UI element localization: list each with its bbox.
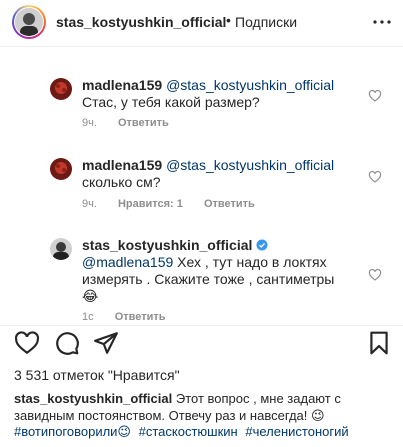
comment-like-heart-icon[interactable] (368, 268, 382, 282)
comment-likes-count[interactable]: Нравится: 1 (118, 198, 183, 210)
like-heart-icon[interactable] (14, 330, 40, 356)
comment-like-heart-icon[interactable] (368, 170, 382, 184)
likes-count[interactable]: 3 531 отметок "Нравится" (14, 367, 180, 383)
comment-content: сколько см? (82, 174, 161, 190)
verified-badge-icon (256, 239, 268, 251)
comment-mention[interactable]: @stas_kostyushkin_official (166, 157, 334, 173)
hashtag-link[interactable]: #вотипоговорили😉 (14, 424, 131, 439)
comment-text: stas_kostyushkin_official @madlena159 Хе… (82, 237, 352, 305)
comment-time[interactable]: 1с (82, 311, 94, 323)
post-header: stas_kostyushkin_official • Подписки (0, 0, 403, 47)
comment-meta: 9ч. Ответить (82, 117, 187, 129)
share-icon[interactable] (93, 330, 119, 356)
caption-username[interactable]: stas_kostyushkin_official (14, 391, 172, 406)
comment-like-heart-icon[interactable] (368, 89, 382, 103)
comment-mention[interactable]: @madlena159 (82, 254, 173, 270)
header-username[interactable]: stas_kostyushkin_official (56, 14, 226, 30)
comment-content: Стас, у тебя какой размер? (82, 94, 260, 110)
bookmark-icon[interactable] (366, 330, 392, 356)
comment-text: madlena159 @stas_kostyushkin_official Ст… (82, 77, 352, 111)
comment-meta: 9ч. Нравится: 1 Ответить (82, 198, 273, 210)
reply-button[interactable]: Ответить (204, 198, 255, 210)
hashtag-link[interactable]: #стаскостюшкин (139, 424, 238, 439)
comment-username[interactable]: stas_kostyushkin_official (82, 237, 252, 253)
comment-mention[interactable]: @stas_kostyushkin_official (166, 77, 334, 93)
comment-time[interactable]: 9ч. (82, 117, 97, 129)
comment-avatar[interactable] (50, 78, 72, 100)
comment-meta: 1с Ответить (82, 311, 184, 323)
reply-button[interactable]: Ответить (115, 311, 166, 323)
comment-text: madlena159 @stas_kostyushkin_official ск… (82, 157, 352, 191)
comment-avatar[interactable] (50, 238, 72, 260)
reply-button[interactable]: Ответить (118, 117, 169, 129)
comment-username[interactable]: madlena159 (82, 77, 162, 93)
header-separator: • (226, 12, 231, 28)
comment-time[interactable]: 9ч. (82, 198, 97, 210)
comment-avatar[interactable] (50, 158, 72, 180)
avatar[interactable] (15, 8, 43, 36)
post-caption: stas_kostyushkin_official Этот вопрос , … (14, 390, 394, 424)
comment-icon[interactable] (54, 330, 80, 356)
hashtag-list: #вотипоговорили😉 #стаскостюшкин #челенис… (14, 424, 399, 440)
hashtag-link[interactable]: #челенистоногий (245, 424, 348, 439)
comment-username[interactable]: madlena159 (82, 157, 162, 173)
more-icon[interactable] (370, 10, 394, 34)
following-button[interactable]: Подписки (235, 14, 297, 30)
